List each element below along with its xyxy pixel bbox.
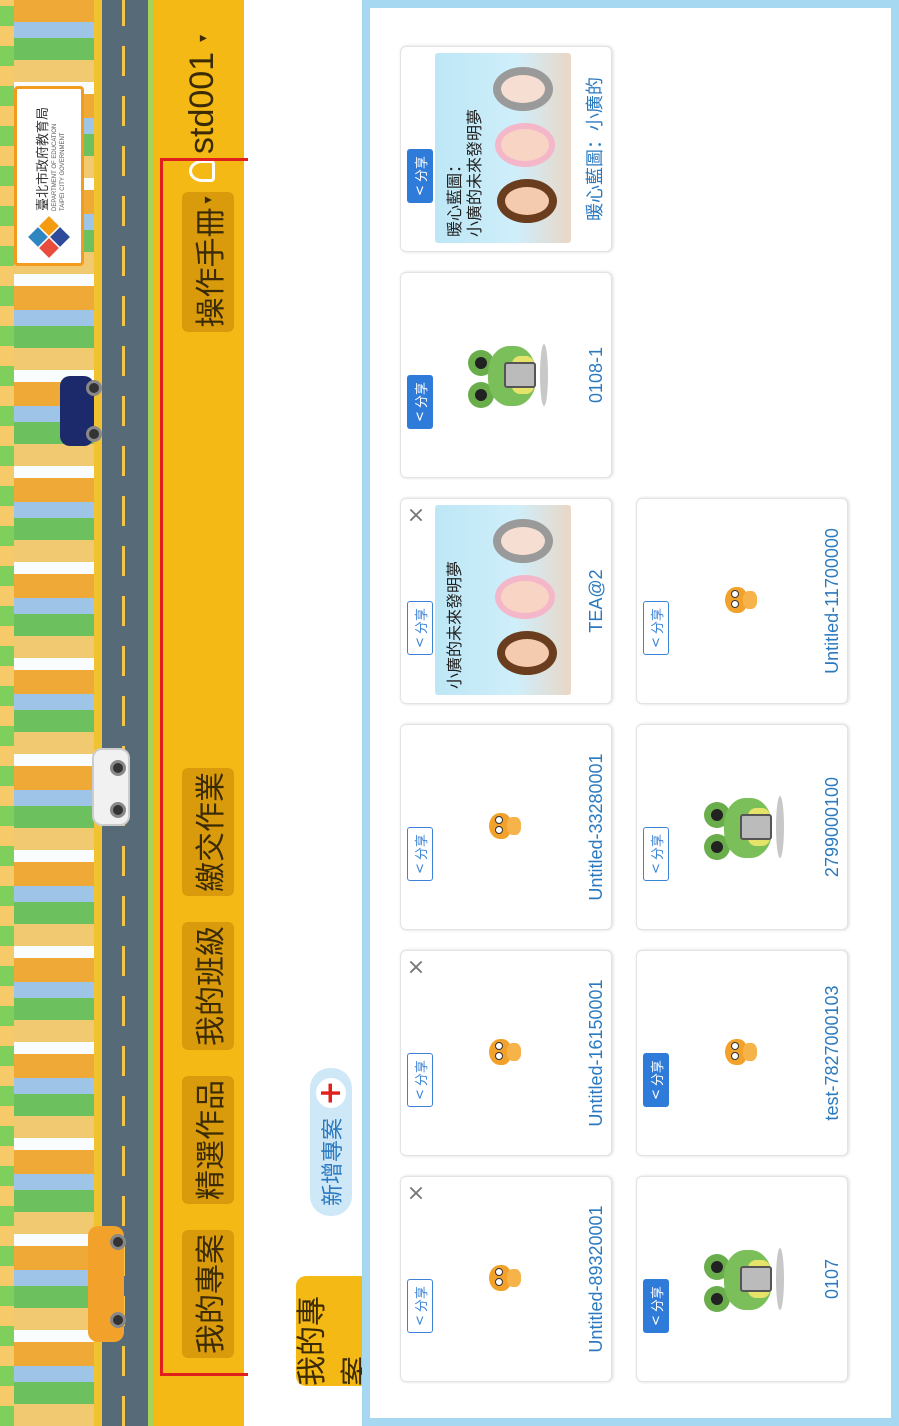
wheel-icon — [86, 426, 102, 442]
share-label: 分享 — [414, 834, 430, 861]
plus-icon: + — [313, 1077, 348, 1108]
share-button[interactable]: < 分享 — [407, 1279, 433, 1333]
logo-title: 臺北市政府教育局 — [35, 106, 51, 211]
share-label: 分享 — [414, 156, 430, 183]
thumbnail-caption: 暖心藍圖： 小廣的未來發明夢 — [445, 108, 484, 237]
logo-subtitle-2: TAIPEI CITY GOVERNMENT — [59, 132, 66, 211]
share-icon: < — [648, 863, 664, 874]
project-title[interactable]: 0107 — [822, 1177, 843, 1381]
rail-line — [94, 0, 102, 1426]
girl-icon — [497, 631, 557, 675]
share-label: 分享 — [414, 382, 430, 409]
share-icon: < — [412, 637, 428, 648]
project-title[interactable]: 暖心藍圖：小廣的 — [581, 47, 607, 251]
share-button[interactable]: < 分享 — [407, 827, 433, 881]
girl-icon — [495, 123, 555, 167]
user-name: std001 — [182, 51, 221, 154]
share-label: 分享 — [414, 1060, 430, 1087]
share-icon: < — [648, 637, 664, 648]
project-card[interactable]: < 分享 0108-1 — [400, 272, 612, 478]
share-button[interactable]: < 分享 — [407, 601, 433, 655]
share-button[interactable]: < 分享 — [643, 601, 669, 655]
project-card[interactable]: < 分享 × 小廣的未來發明夢 TEA@2 — [400, 498, 612, 704]
share-label: 分享 — [650, 1286, 666, 1313]
close-icon[interactable]: × — [404, 505, 429, 525]
thumbnail-caption: 小廣的未來發明夢 — [445, 560, 464, 689]
section-header: 我的專案 新增專案 + — [248, 0, 374, 1426]
share-icon: < — [412, 863, 428, 874]
scratch-cat-icon[interactable] — [441, 995, 571, 1109]
roof-row — [0, 0, 14, 1426]
city-banner: 臺北市政府教育局 DEPARTMENT OF EDUCATION TAIPEI … — [0, 0, 148, 1426]
share-button[interactable]: < 分享 — [407, 375, 433, 429]
project-card[interactable]: < 分享 0107 — [636, 1176, 848, 1382]
project-title[interactable]: 0108-1 — [586, 273, 607, 477]
scratch-cat-icon[interactable] — [441, 769, 571, 883]
main-nav: 我的專案 精選作品 我的班級 繳交作業 操作手冊 ▾ std001 ▾ — [148, 0, 256, 1426]
project-title[interactable]: TEA@2 — [586, 499, 607, 703]
girl-icon — [495, 575, 555, 619]
new-project-label: 新增專案 — [321, 1117, 346, 1206]
project-thumbnail[interactable]: 小廣的未來發明夢 — [435, 505, 571, 695]
wheel-icon — [110, 1312, 126, 1328]
logo-subtitle-1: DEPARTMENT OF EDUCATION — [51, 123, 58, 211]
wheel-icon — [110, 1234, 126, 1250]
project-card[interactable]: < 分享 × Untitled-16150001 — [400, 950, 612, 1156]
share-button[interactable]: < 分享 — [643, 1053, 669, 1107]
highlight-box — [160, 158, 256, 1376]
page-stage: 臺北市政府教育局 DEPARTMENT OF EDUCATION TAIPEI … — [0, 0, 899, 1426]
share-icon: < — [412, 185, 428, 196]
frog-sprite-icon[interactable] — [677, 1221, 807, 1335]
share-icon: < — [412, 1089, 428, 1100]
share-label: 分享 — [650, 608, 666, 635]
girl-icon — [497, 179, 557, 223]
share-label: 分享 — [650, 834, 666, 861]
share-button[interactable]: < 分享 — [643, 1279, 669, 1333]
share-label: 分享 — [650, 1060, 666, 1087]
share-label: 分享 — [414, 1286, 430, 1313]
share-button[interactable]: < 分享 — [407, 1053, 433, 1107]
share-icon: < — [648, 1315, 664, 1326]
project-thumbnail[interactable]: 暖心藍圖： 小廣的未來發明夢 — [435, 53, 571, 243]
share-icon: < — [648, 1089, 664, 1100]
project-title[interactable]: Untitled-89320001 — [586, 1177, 607, 1381]
scratch-cat-icon[interactable] — [677, 543, 807, 657]
share-button[interactable]: < 分享 — [407, 149, 433, 203]
wheel-icon — [110, 802, 126, 818]
close-icon[interactable]: × — [404, 1183, 429, 1203]
share-icon: < — [412, 1315, 428, 1326]
wheel-icon — [110, 760, 126, 776]
road — [102, 0, 148, 1426]
project-grid: < 分享 × Untitled-89320001 < 分享 × Untitled-161500… — [362, 0, 899, 1426]
project-card[interactable]: < 分享 test-7827000103 — [636, 950, 848, 1156]
tab-my-projects[interactable]: 我的專案 — [295, 1276, 374, 1386]
new-project-button[interactable]: 新增專案 + — [310, 1067, 352, 1216]
chevron-down-icon: ▾ — [193, 34, 210, 42]
project-title[interactable]: Untitled-16150001 — [586, 951, 607, 1155]
share-button[interactable]: < 分享 — [643, 827, 669, 881]
grandma-icon — [493, 67, 553, 111]
frog-sprite-icon[interactable] — [677, 769, 807, 883]
frog-sprite-icon[interactable] — [441, 317, 571, 431]
scratch-cat-icon[interactable] — [441, 1221, 571, 1335]
project-card[interactable]: < 分享 Untitled-33280001 — [400, 724, 612, 930]
project-card[interactable]: < 分享 2799000100 — [636, 724, 848, 930]
share-label: 分享 — [414, 608, 430, 635]
project-title[interactable]: 2799000100 — [822, 725, 843, 929]
project-card[interactable]: < 分享 × Untitled-89320001 — [400, 1176, 612, 1382]
project-card[interactable]: < 分享 Untitled-11700000 — [636, 498, 848, 704]
grandma-icon — [493, 519, 553, 563]
project-title[interactable]: test-7827000103 — [822, 951, 843, 1155]
project-title[interactable]: Untitled-11700000 — [822, 499, 843, 703]
close-icon[interactable]: × — [404, 957, 429, 977]
project-title[interactable]: Untitled-33280001 — [586, 725, 607, 929]
wheel-icon — [86, 380, 102, 396]
share-icon: < — [412, 411, 428, 422]
project-card[interactable]: < 分享 暖心藍圖： 小廣的未來發明夢 暖心藍圖：小廣的 — [400, 46, 612, 252]
education-bureau-logo[interactable]: 臺北市政府教育局 DEPARTMENT OF EDUCATION TAIPEI … — [14, 86, 84, 266]
scratch-cat-icon[interactable] — [677, 995, 807, 1109]
emblem-icon — [28, 216, 70, 258]
